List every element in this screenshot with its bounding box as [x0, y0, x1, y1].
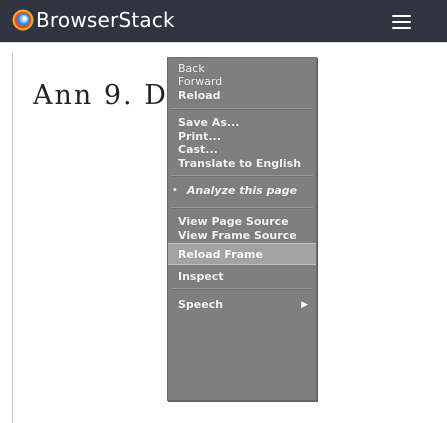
- menu-item-forward[interactable]: Forward: [168, 75, 316, 88]
- menu-item-analyze-page[interactable]: • Analyze this page: [168, 180, 316, 202]
- menu-item-reload-frame[interactable]: Reload Frame: [168, 243, 316, 265]
- top-navigation-bar: BrowserStack: [0, 0, 447, 43]
- menu-item-cast[interactable]: Cast...: [168, 143, 316, 156]
- submenu-arrow-icon: ▶: [301, 300, 308, 310]
- menu-item-inspect[interactable]: Inspect: [168, 270, 316, 283]
- menu-item-view-frame-source[interactable]: View Frame Source: [168, 229, 316, 242]
- menu-item-speech[interactable]: Speech ▶: [168, 294, 316, 316]
- header-spacer: [0, 43, 447, 51]
- browserstack-logo-icon[interactable]: [12, 9, 34, 31]
- menu-item-reload[interactable]: Reload: [168, 89, 316, 102]
- menu-separator: [171, 207, 313, 209]
- extension-icon: •: [172, 186, 178, 196]
- menu-separator: [171, 175, 313, 177]
- menu-item-back[interactable]: Back: [168, 62, 316, 75]
- page-heading: Ann 9. D: [33, 80, 168, 111]
- hamburger-menu-icon[interactable]: [392, 12, 414, 30]
- brand-name[interactable]: BrowserStack: [36, 7, 175, 33]
- menu-item-translate[interactable]: Translate to English: [168, 157, 316, 170]
- menu-item-speech-label: Speech: [178, 298, 224, 311]
- browser-window: BrowserStack Ann 9. D Back Forward Reloa…: [0, 0, 447, 423]
- menu-item-save-as[interactable]: Save As...: [168, 116, 316, 129]
- menu-item-view-page-source[interactable]: View Page Source: [168, 215, 316, 228]
- menu-separator: [171, 288, 313, 290]
- context-menu: Back Forward Reload Save As... Print... …: [167, 57, 317, 401]
- menu-item-analyze-label: Analyze this page: [186, 184, 298, 197]
- menu-separator: [171, 108, 313, 110]
- menu-item-print[interactable]: Print...: [168, 130, 316, 143]
